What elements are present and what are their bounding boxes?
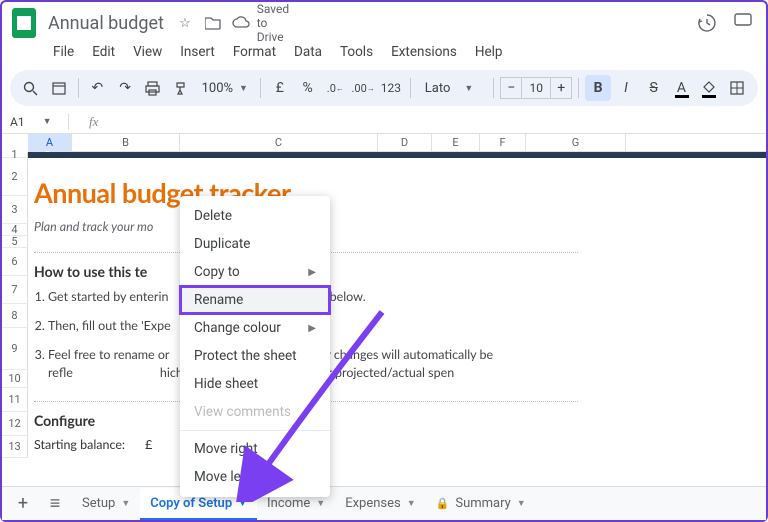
chevron-down-icon[interactable]: ▼ <box>316 498 325 509</box>
row-header-8[interactable]: 8 <box>2 304 28 328</box>
menu-help[interactable]: Help <box>468 40 510 64</box>
starting-balance-value: £ <box>145 437 152 452</box>
number-format-button[interactable]: 123 <box>378 75 404 101</box>
menu-file[interactable]: File <box>46 40 81 64</box>
fill-color-button[interactable] <box>696 75 722 101</box>
sheet-tab-expenses[interactable]: Expenses▼ <box>335 488 425 520</box>
name-box[interactable]: A1▼ <box>10 115 62 129</box>
row-header-7[interactable]: 7 <box>2 276 28 304</box>
print-icon[interactable] <box>140 75 166 101</box>
chevron-down-icon[interactable]: ▼ <box>238 498 247 509</box>
menu-tools[interactable]: Tools <box>333 40 380 64</box>
menu-insert[interactable]: Insert <box>173 40 222 64</box>
menu-edit[interactable]: Edit <box>85 40 122 64</box>
font-size-decrease[interactable]: − <box>500 77 522 99</box>
context-change-colour[interactable]: Change colour▶ <box>180 314 330 342</box>
column-header-C[interactable]: C <box>180 134 378 151</box>
menu-data[interactable]: Data <box>287 40 329 64</box>
star-icon[interactable]: ☆ <box>176 14 194 32</box>
column-header-F[interactable]: F <box>480 134 526 151</box>
column-header-B[interactable]: B <box>72 134 180 151</box>
font-size-stepper: − 10 + <box>500 77 572 99</box>
menu-bar: File Edit View Insert Format Data Tools … <box>46 40 756 64</box>
bold-button[interactable]: B <box>585 75 611 101</box>
font-size-input[interactable]: 10 <box>522 77 550 99</box>
row-header-9[interactable]: 9 <box>2 328 28 370</box>
save-status: Saved to Drive <box>264 14 282 32</box>
borders-button[interactable] <box>724 75 750 101</box>
currency-button[interactable]: £ <box>267 75 293 101</box>
row-header-6[interactable]: 6 <box>2 248 28 276</box>
decrease-decimal-button[interactable]: .0← <box>322 75 348 101</box>
starting-balance-label: Starting balance: <box>34 437 125 452</box>
zoom-select[interactable]: 100%▼ <box>196 81 254 96</box>
row-header-10[interactable]: 10 <box>2 370 28 388</box>
context-rename[interactable]: Rename <box>180 286 330 314</box>
italic-button[interactable]: I <box>613 75 639 101</box>
chevron-down-icon[interactable]: ▼ <box>407 498 416 509</box>
add-sheet-button[interactable]: + <box>8 490 38 518</box>
formula-bar[interactable] <box>98 110 758 133</box>
toolbar: ↶ ↷ 100%▼ £ % .0← .00→ 123 Lato▼ − 10 + … <box>10 70 758 106</box>
move-folder-icon[interactable] <box>204 14 222 32</box>
column-header-E[interactable]: E <box>432 134 480 151</box>
percent-button[interactable]: % <box>295 75 321 101</box>
cloud-status-icon[interactable] <box>232 14 250 32</box>
document-title[interactable]: Annual budget <box>44 11 168 36</box>
chevron-down-icon[interactable]: ▼ <box>517 498 526 509</box>
column-header-D[interactable]: D <box>378 134 432 151</box>
column-header-G[interactable]: G <box>526 134 626 151</box>
context-move-left[interactable]: Move left <box>180 463 330 491</box>
all-sheets-button[interactable]: ≡ <box>40 490 70 518</box>
context-move-right[interactable]: Move right <box>180 435 330 463</box>
menu-view[interactable]: View <box>126 40 169 64</box>
lock-icon: 🔒 <box>436 497 450 510</box>
spreadsheet-grid[interactable]: ABCDEFG 12345678910111213 Annual budget … <box>2 134 766 152</box>
context-protect-the-sheet[interactable]: Protect the sheet <box>180 342 330 370</box>
context-duplicate[interactable]: Duplicate <box>180 230 330 258</box>
search-menus-icon[interactable] <box>18 75 44 101</box>
row-header-2[interactable]: 2 <box>2 158 28 196</box>
undo-icon[interactable]: ↶ <box>85 75 111 101</box>
sheet-tab-bar: + ≡ Setup▼Copy of Setup▼Income▼Expenses▼… <box>2 486 766 520</box>
chevron-down-icon[interactable]: ▼ <box>121 498 130 509</box>
context-copy-to[interactable]: Copy to▶ <box>180 258 330 286</box>
context-delete[interactable]: Delete <box>180 202 330 230</box>
context-hide-sheet[interactable]: Hide sheet <box>180 370 330 398</box>
row-header-5[interactable]: 5 <box>2 236 28 248</box>
row-header-11[interactable]: 11 <box>2 388 28 412</box>
menu-extensions[interactable]: Extensions <box>384 40 464 64</box>
version-history-icon[interactable] <box>696 12 718 34</box>
row-header-13[interactable]: 13 <box>2 436 28 458</box>
calendar-icon[interactable] <box>46 75 72 101</box>
row-header-12[interactable]: 12 <box>2 412 28 436</box>
column-header-A[interactable]: A <box>28 134 72 151</box>
context-view-comments: View comments <box>180 398 330 426</box>
sheet-context-menu: DeleteDuplicateCopy to▶RenameChange colo… <box>180 196 330 497</box>
sheets-logo-icon[interactable] <box>12 8 36 38</box>
sheet-tab-summary[interactable]: 🔒Summary▼ <box>426 488 536 520</box>
font-family-select[interactable]: Lato▼ <box>417 81 488 96</box>
comment-history-icon[interactable] <box>734 12 756 34</box>
font-size-increase[interactable]: + <box>550 77 572 99</box>
redo-icon[interactable]: ↷ <box>112 75 138 101</box>
fx-icon: fx <box>89 114 98 130</box>
increase-decimal-button[interactable]: .00→ <box>350 75 376 101</box>
sheet-tab-setup[interactable]: Setup▼ <box>72 488 140 520</box>
paint-format-icon[interactable] <box>168 75 194 101</box>
row-header-3[interactable]: 3 <box>2 196 28 224</box>
text-color-button[interactable]: A <box>669 75 695 101</box>
strikethrough-button[interactable]: S <box>641 75 667 101</box>
menu-format[interactable]: Format <box>226 40 283 64</box>
